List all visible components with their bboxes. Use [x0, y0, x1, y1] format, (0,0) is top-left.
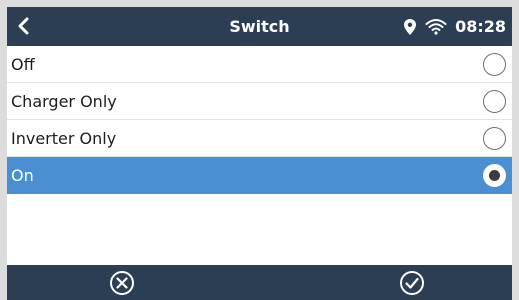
option-off[interactable]: Off: [7, 46, 512, 83]
cancel-button[interactable]: [107, 268, 137, 298]
option-label: On: [11, 166, 34, 185]
option-label: Charger Only: [11, 92, 117, 111]
status-area: 08:28: [403, 7, 506, 46]
radio-button[interactable]: [483, 53, 506, 76]
wifi-icon: [425, 19, 447, 35]
option-charger-only[interactable]: Charger Only: [7, 83, 512, 120]
radio-button-selected[interactable]: [483, 164, 506, 187]
location-pin-icon: [404, 18, 417, 35]
radio-button[interactable]: [483, 90, 506, 113]
option-label: Inverter Only: [11, 129, 117, 148]
option-inverter-only[interactable]: Inverter Only: [7, 120, 512, 157]
option-label: Off: [11, 55, 35, 74]
bottom-bar: [7, 265, 512, 300]
top-bar: Switch 08:28: [7, 7, 512, 46]
options-list: Off Charger Only Inverter Only On: [7, 46, 512, 194]
option-on[interactable]: On: [7, 157, 512, 194]
switch-screen: Switch 08:28 Off Charger Only Inverter O…: [7, 7, 512, 300]
confirm-button[interactable]: [397, 268, 427, 298]
cancel-circle-x-icon: [110, 271, 134, 295]
clock: 08:28: [455, 17, 506, 36]
confirm-circle-check-icon: [400, 271, 424, 295]
radio-button[interactable]: [483, 127, 506, 150]
